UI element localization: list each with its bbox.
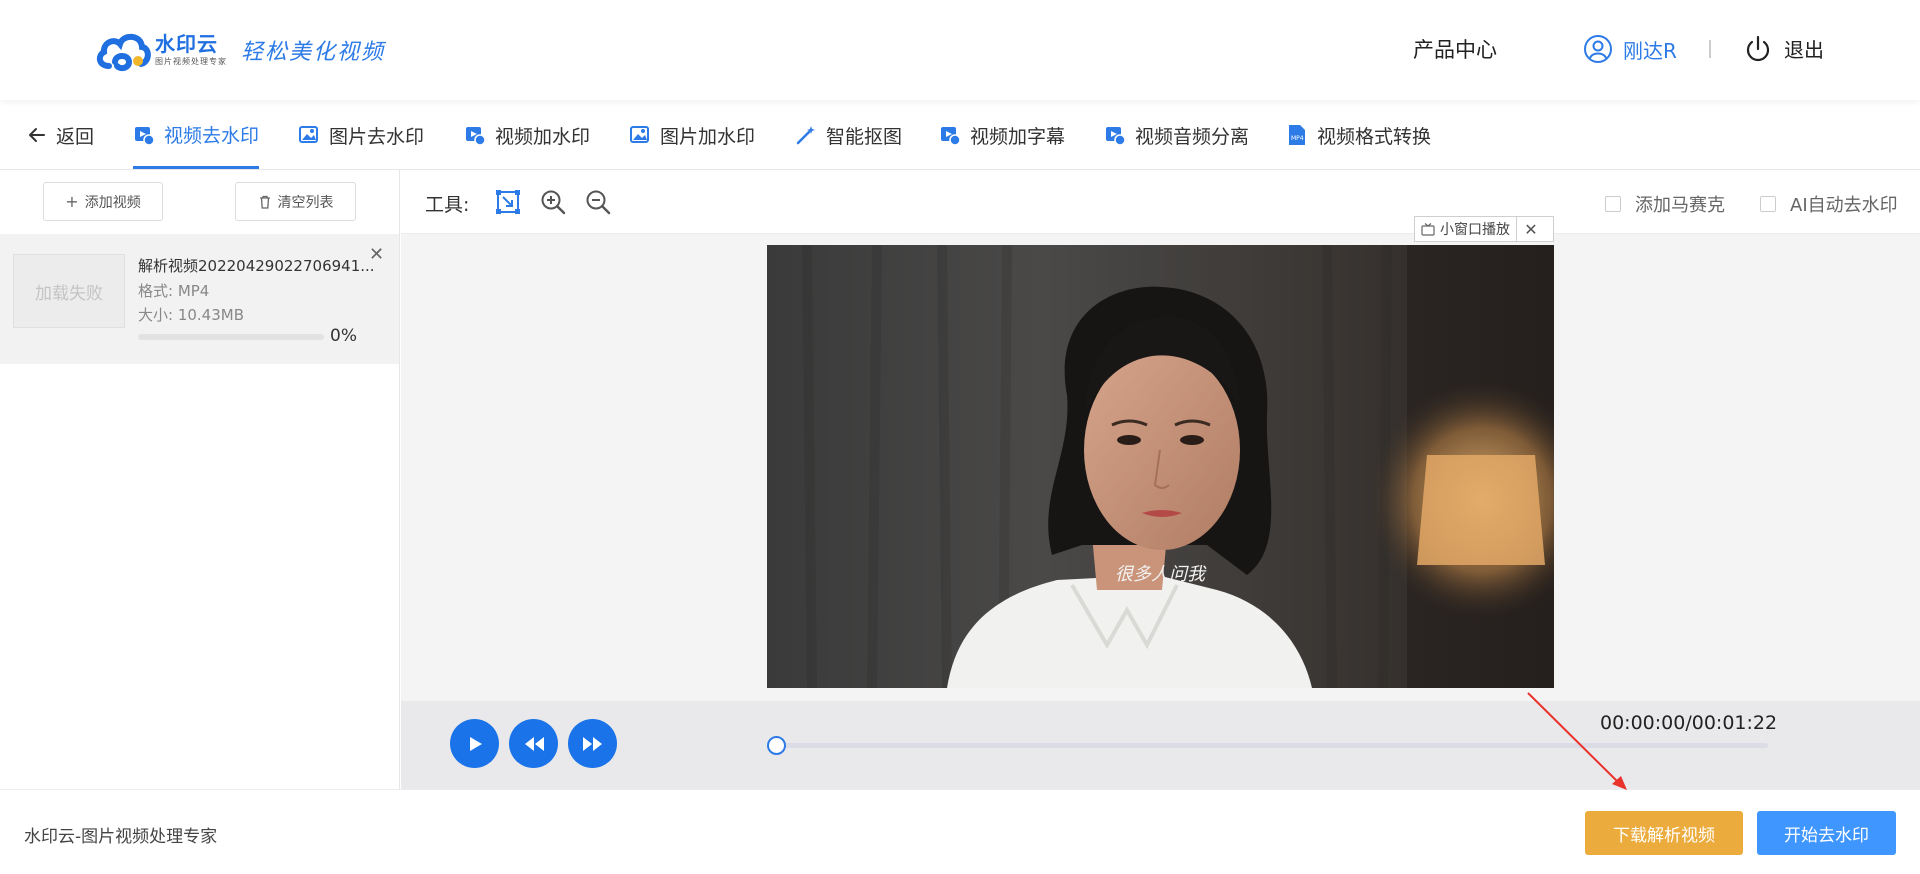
fast-forward-icon xyxy=(582,736,602,751)
zoom-out-icon xyxy=(586,190,611,215)
video-frame-image: 很多人问我 xyxy=(767,245,1554,688)
add-mosaic-checkbox[interactable]: 添加马赛克 xyxy=(1605,191,1725,217)
mini-window-play-label: 小窗口播放 xyxy=(1440,222,1510,238)
video-file-icon xyxy=(1106,127,1126,146)
magic-wand-icon xyxy=(796,126,815,145)
close-icon[interactable]: ✕ xyxy=(369,244,384,265)
select-region-icon xyxy=(496,190,520,214)
add-video-button[interactable]: + 添加视频 xyxy=(43,182,163,221)
back-button[interactable]: 返回 xyxy=(27,100,94,170)
time-display: 00:00:00/00:01:22 xyxy=(1600,712,1778,734)
tab-label: 视频加水印 xyxy=(495,125,591,148)
footer-bar: 水印云-图片视频处理专家 下载解析视频 开始去水印 xyxy=(0,789,1920,874)
ai-auto-remove-checkbox[interactable]: AI自动去水印 xyxy=(1760,191,1898,217)
tab-label: 图片加水印 xyxy=(660,125,756,148)
add-video-label: 添加视频 xyxy=(84,194,141,211)
rewind-icon xyxy=(524,736,544,751)
plus-icon: + xyxy=(65,192,79,211)
close-icon[interactable]: ✕ xyxy=(1517,220,1545,239)
file-list-panel: + 添加视频 清空列表 加载失败 解析视频20220429022706941..… xyxy=(0,170,400,789)
tab-label: 视频加字幕 xyxy=(970,125,1066,148)
tab-image-add-watermark[interactable]: 图片加水印 xyxy=(629,100,755,170)
logo-text: 水印云 图片视频处理专家 xyxy=(155,32,227,68)
seek-bar[interactable] xyxy=(768,743,1768,748)
logo-slogan: 轻松美化视频 xyxy=(241,40,386,65)
fast-forward-button[interactable] xyxy=(568,719,617,768)
back-label: 返回 xyxy=(56,125,95,148)
video-preview[interactable]: 很多人问我 xyxy=(767,245,1554,688)
header-divider xyxy=(1709,40,1711,58)
progress-bar xyxy=(138,334,324,340)
start-remove-watermark-button[interactable]: 开始去水印 xyxy=(1757,811,1896,855)
tab-format-convert[interactable]: MP4 视频格式转换 xyxy=(1286,100,1431,170)
clear-list-button[interactable]: 清空列表 xyxy=(235,182,356,221)
image-icon xyxy=(630,126,649,143)
editor-workspace: 工具: 添加马赛克 AI自动去水印 小窗口播放 ✕ 很多人问我 00:00:00… xyxy=(401,170,1920,789)
file-name: 解析视频20220429022706941... xyxy=(138,257,375,275)
trash-icon xyxy=(259,195,270,209)
product-center-link[interactable]: 产品中心 xyxy=(1413,34,1497,64)
rewind-button[interactable] xyxy=(509,719,558,768)
zoom-in-icon xyxy=(541,190,566,215)
tools-label: 工具: xyxy=(425,194,470,216)
list-item[interactable]: 加载失败 解析视频20220429022706941... 格式: MP4 大小… xyxy=(0,234,399,364)
user-icon xyxy=(1584,35,1612,63)
top-header: 水印云 图片视频处理专家 轻松美化视频 产品中心 刚达R 退出 xyxy=(0,0,1920,100)
video-subtitle: 很多人问我 xyxy=(1115,564,1207,585)
download-parsed-video-button[interactable]: 下载解析视频 xyxy=(1585,811,1743,855)
tab-smart-cutout[interactable]: 智能抠图 xyxy=(795,100,902,170)
cloud-logo-icon xyxy=(96,33,151,72)
svg-text:MP4: MP4 xyxy=(1291,135,1304,142)
file-format: 格式: MP4 xyxy=(138,282,210,300)
mp4-file-icon: MP4 xyxy=(1289,125,1305,145)
checkbox-box[interactable] xyxy=(1605,196,1621,212)
video-file-icon xyxy=(466,127,486,146)
player-controls: 00:00:00/00:01:22 xyxy=(401,701,1920,789)
tab-audio-separation[interactable]: 视频音频分离 xyxy=(1104,100,1249,170)
tab-label: 视频格式转换 xyxy=(1317,125,1432,148)
ai-auto-remove-label: AI自动去水印 xyxy=(1790,195,1898,216)
play-button[interactable] xyxy=(450,719,499,768)
footer-brand: 水印云-图片视频处理专家 xyxy=(24,827,218,847)
mini-window-play-button[interactable]: 小窗口播放 xyxy=(1415,217,1517,241)
select-region-button[interactable] xyxy=(494,188,522,216)
power-icon xyxy=(1746,35,1770,61)
video-file-icon xyxy=(135,126,155,146)
logout-button[interactable]: 退出 xyxy=(1744,34,1824,63)
zoom-out-button[interactable] xyxy=(584,188,612,216)
add-mosaic-label: 添加马赛克 xyxy=(1635,195,1725,216)
arrow-left-icon xyxy=(29,128,45,142)
username: 刚达R xyxy=(1623,38,1677,63)
tab-video-remove-watermark[interactable]: 视频去水印 xyxy=(133,100,260,169)
tab-label: 视频去水印 xyxy=(164,125,260,147)
feature-nav: 返回 视频去水印 图片去水印 视频加水印 图片加水印 智能抠图 视频加字幕 视频… xyxy=(0,100,1920,170)
tab-video-subtitles[interactable]: 视频加字幕 xyxy=(939,100,1065,170)
logo[interactable]: 水印云 图片视频处理专家 轻松美化视频 xyxy=(95,28,385,72)
mini-window-play[interactable]: 小窗口播放 ✕ xyxy=(1414,216,1554,242)
logout-label: 退出 xyxy=(1784,38,1824,62)
play-icon xyxy=(469,736,482,751)
tab-image-remove-watermark[interactable]: 图片去水印 xyxy=(298,100,424,170)
editor-toolbar: 工具: 添加马赛克 AI自动去水印 xyxy=(401,170,1920,234)
tab-video-add-watermark[interactable]: 视频加水印 xyxy=(464,100,590,170)
video-thumbnail: 加载失败 xyxy=(13,254,125,328)
tab-label: 视频音频分离 xyxy=(1135,125,1250,148)
progress-percent: 0% xyxy=(330,326,357,346)
image-icon xyxy=(299,126,318,143)
checkbox-box[interactable] xyxy=(1760,196,1776,212)
tab-label: 图片去水印 xyxy=(329,125,425,148)
seek-handle[interactable] xyxy=(767,736,786,755)
user-menu[interactable]: 刚达R xyxy=(1583,34,1677,64)
tv-icon xyxy=(1421,222,1435,236)
zoom-in-button[interactable] xyxy=(539,188,567,216)
tab-label: 智能抠图 xyxy=(826,125,903,148)
clear-list-label: 清空列表 xyxy=(277,194,334,211)
video-file-icon xyxy=(941,127,961,146)
logo-name: 水印云 xyxy=(155,32,218,56)
file-size: 大小: 10.43MB xyxy=(138,306,244,324)
logo-subtitle: 图片视频处理专家 xyxy=(155,57,227,66)
